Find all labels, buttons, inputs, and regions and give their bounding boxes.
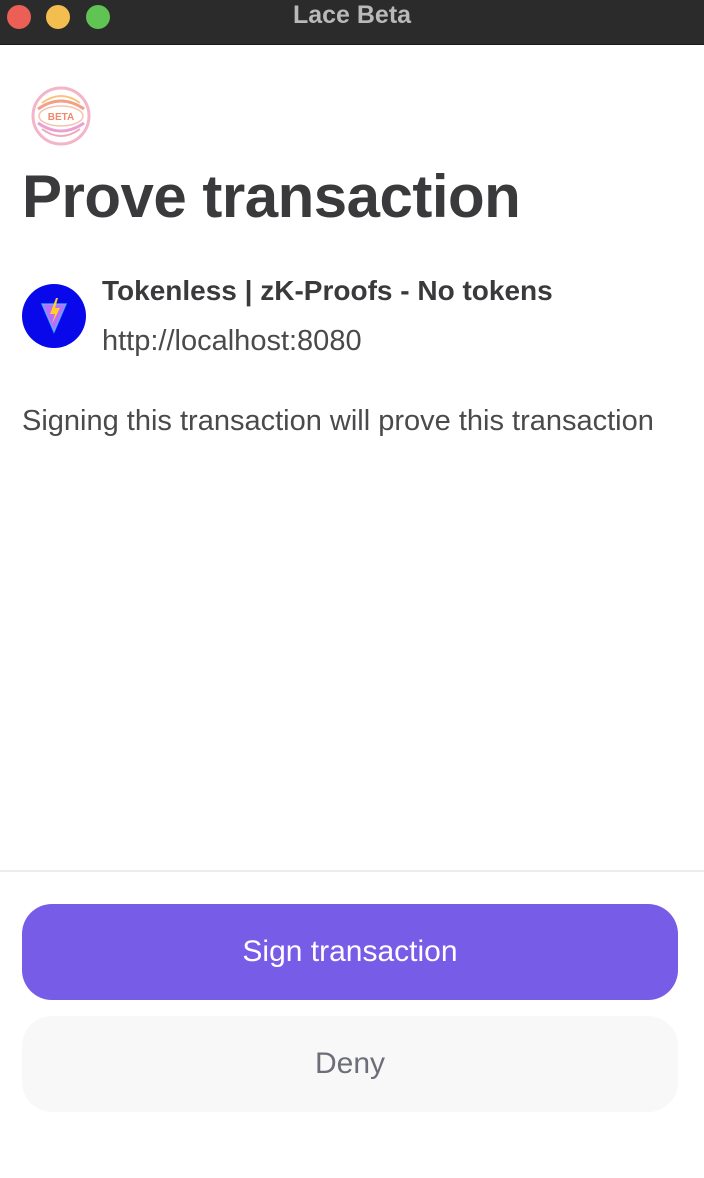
footer-divider	[0, 870, 704, 872]
lace-window: Lace Beta BETA Prove transaction Tokenle…	[0, 0, 704, 1178]
window-titlebar: Lace Beta	[0, 0, 704, 45]
dapp-url: http://localhost:8080	[102, 325, 362, 357]
lace-beta-logo: BETA	[31, 86, 91, 146]
dapp-icon	[22, 284, 86, 348]
vite-logo-icon	[40, 298, 68, 334]
dapp-name: Tokenless | zK-Proofs - No tokens	[102, 275, 553, 306]
beta-badge-text: BETA	[48, 112, 74, 123]
sign-transaction-button[interactable]: Sign transaction	[22, 904, 678, 1000]
transaction-description: Signing this transaction will prove this…	[22, 405, 654, 437]
page-title: Prove transaction	[22, 163, 521, 230]
window-title: Lace Beta	[292, 1, 412, 29]
deny-button[interactable]: Deny	[22, 1016, 678, 1112]
